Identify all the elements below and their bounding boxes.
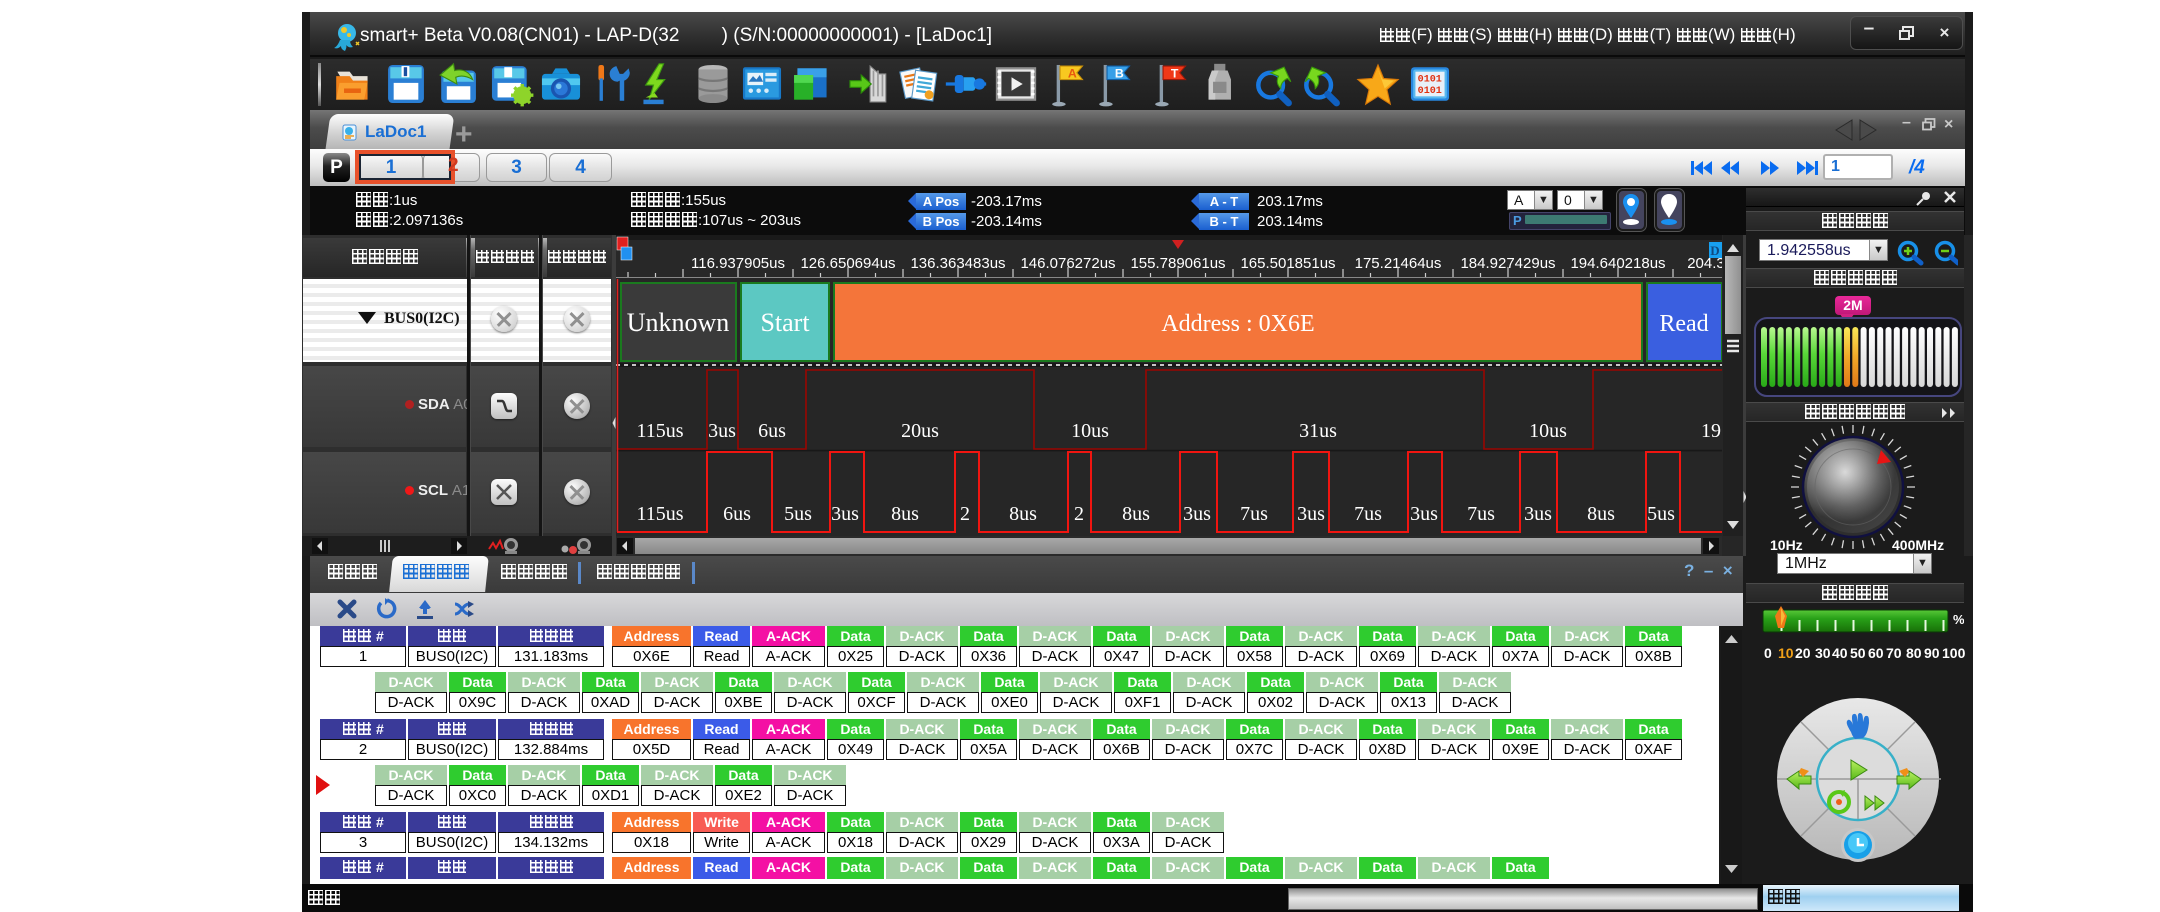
svg-text:3us: 3us <box>1297 503 1325 525</box>
svg-text:6us: 6us <box>758 420 786 442</box>
svg-text:3us: 3us <box>708 420 736 442</box>
svg-text:10us: 10us <box>1071 420 1109 442</box>
svg-text:D: D <box>1710 243 1719 258</box>
svg-text:Address : 0X6E: Address : 0X6E <box>1161 311 1314 337</box>
svg-text:Start: Start <box>760 308 810 337</box>
svg-text:B: B <box>1115 66 1124 80</box>
svg-text:5us: 5us <box>1647 503 1675 525</box>
svg-text:8us: 8us <box>1122 503 1150 525</box>
svg-text:Read: Read <box>1659 311 1708 337</box>
svg-text:T: T <box>1171 66 1179 80</box>
svg-text:19: 19 <box>1701 420 1721 442</box>
svg-text:115us: 115us <box>636 503 683 525</box>
svg-text:115us: 115us <box>636 420 683 442</box>
svg-text:7us: 7us <box>1240 503 1268 525</box>
svg-text:8us: 8us <box>1009 503 1037 525</box>
svg-text:3us: 3us <box>1524 503 1552 525</box>
svg-text:2: 2 <box>960 503 970 525</box>
svg-text:A: A <box>1068 66 1077 80</box>
svg-text:2: 2 <box>1074 503 1084 525</box>
svg-text:7us: 7us <box>1467 503 1495 525</box>
svg-text:8us: 8us <box>891 503 919 525</box>
svg-text:3us: 3us <box>1410 503 1438 525</box>
svg-text:3us: 3us <box>1183 503 1211 525</box>
svg-text:3us: 3us <box>831 503 859 525</box>
svg-text:5us: 5us <box>784 503 812 525</box>
svg-text:7us: 7us <box>1354 503 1382 525</box>
svg-text:20us: 20us <box>901 420 939 442</box>
svg-text:10us: 10us <box>1529 420 1567 442</box>
svg-text:8us: 8us <box>1587 503 1615 525</box>
svg-text:31us: 31us <box>1299 420 1337 442</box>
svg-text:0101: 0101 <box>1418 86 1442 97</box>
svg-text:Unknown: Unknown <box>627 308 730 337</box>
svg-text:0101: 0101 <box>1418 75 1442 86</box>
svg-text:6us: 6us <box>723 503 751 525</box>
